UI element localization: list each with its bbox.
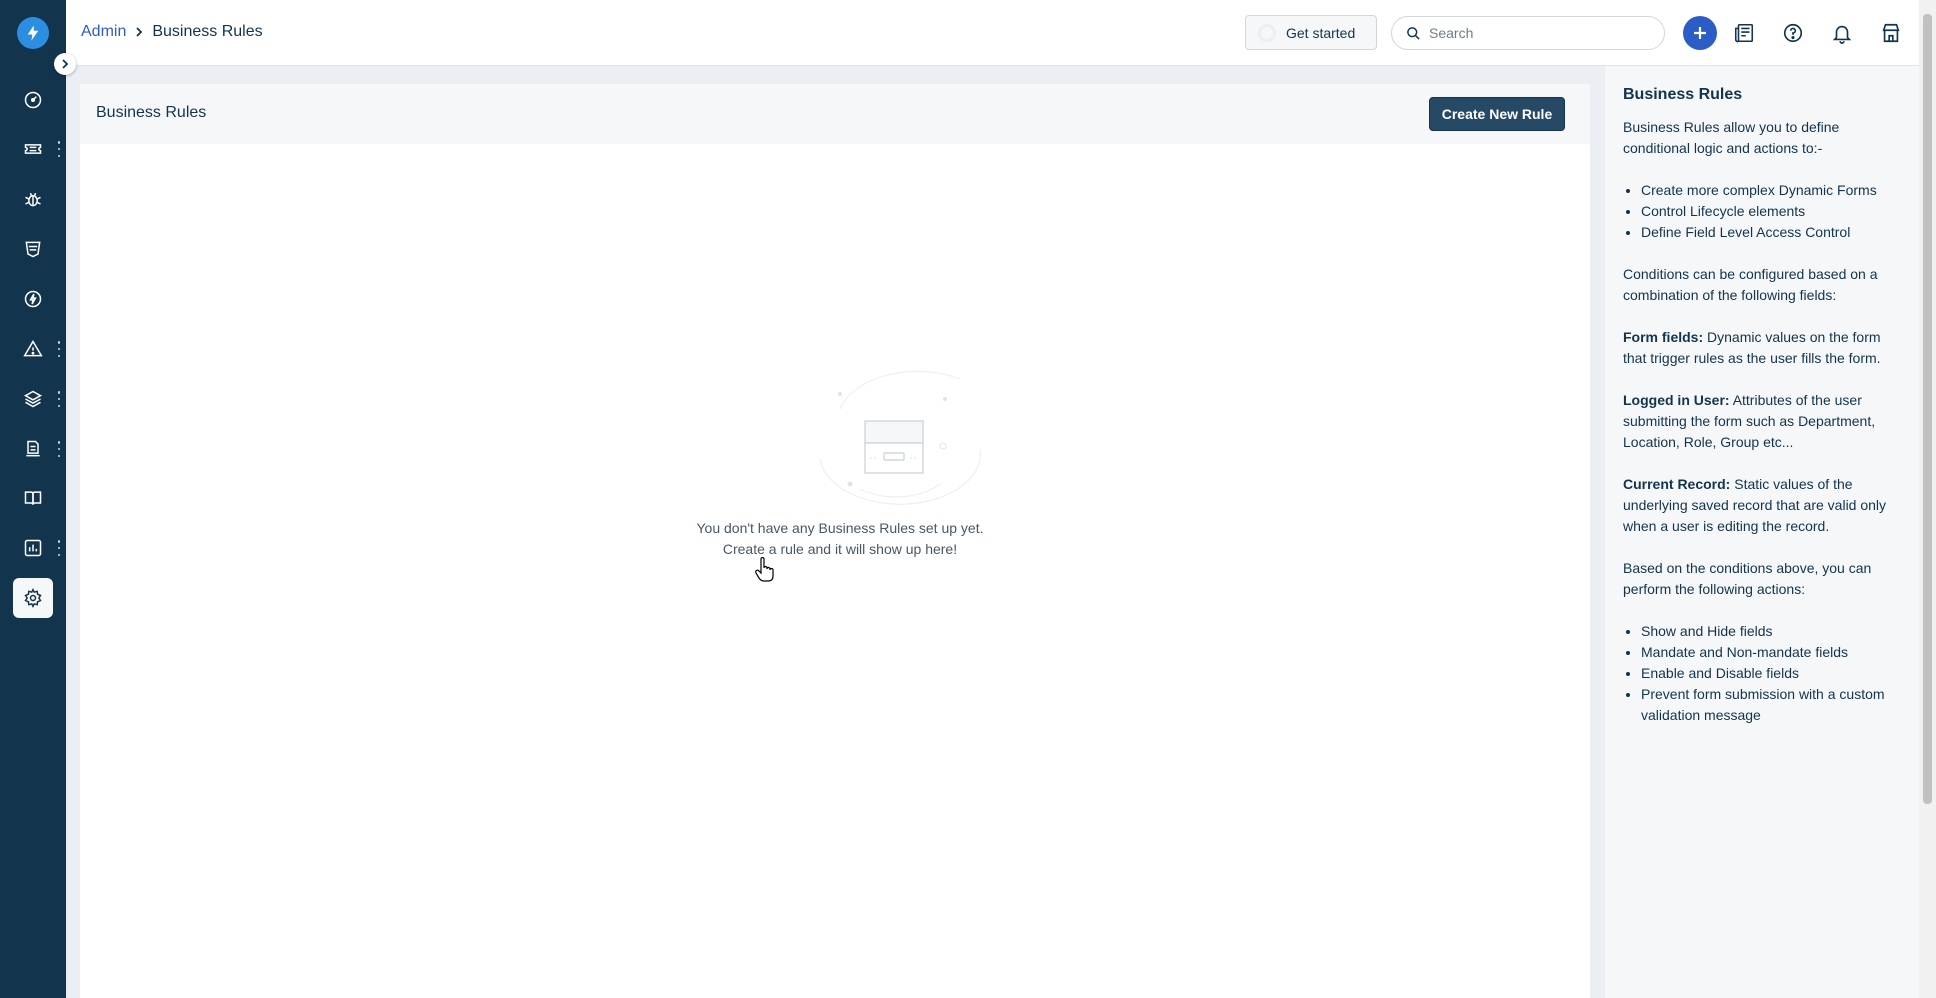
empty-state-line-2: Create a rule and it will show up here! bbox=[722, 541, 958, 557]
bug-icon bbox=[25, 192, 41, 207]
current-record-label: Current Record: bbox=[1623, 476, 1731, 492]
sidebar-item-tickets[interactable] bbox=[13, 129, 53, 169]
plus-icon bbox=[1694, 27, 1706, 39]
create-new-rule-button[interactable]: Create New Rule bbox=[1429, 97, 1565, 131]
chevron-right-icon bbox=[62, 59, 69, 69]
empty-state-line-1: You don't have any Business Rules set up… bbox=[696, 520, 984, 536]
ticket-icon bbox=[24, 144, 42, 154]
hand-cursor-icon bbox=[755, 557, 774, 582]
sidebar-item-alerts[interactable] bbox=[13, 329, 53, 369]
conditions-intro: Conditions can be configured based on a … bbox=[1623, 266, 1878, 303]
announcements-button[interactable] bbox=[1732, 21, 1756, 45]
list-item: Control Lifecycle elements bbox=[1641, 201, 1901, 222]
scrollbar-thumb[interactable] bbox=[1923, 14, 1932, 804]
sidebar-item-analytics[interactable] bbox=[13, 528, 53, 568]
bell-icon bbox=[1832, 25, 1852, 44]
help-button[interactable] bbox=[1781, 21, 1805, 45]
app-logo[interactable] bbox=[17, 17, 49, 49]
list-item: Define Field Level Access Control bbox=[1641, 222, 1901, 243]
dashboard-icon bbox=[24, 91, 42, 109]
news-icon bbox=[1734, 23, 1754, 43]
notifications-button[interactable] bbox=[1830, 21, 1854, 45]
sidebar-item-dashboard[interactable] bbox=[13, 80, 53, 120]
empty-state-box-icon bbox=[819, 370, 981, 505]
workspace-button[interactable] bbox=[1879, 21, 1903, 45]
form-fields-description: Form fields: Dynamic values on the form … bbox=[1623, 327, 1901, 369]
main-panel: Business Rules Create New Rule You don't… bbox=[80, 84, 1590, 998]
logged-user-description: Logged in User: Attributes of the user s… bbox=[1623, 390, 1901, 453]
sidebar-item-admin[interactable] bbox=[13, 578, 53, 618]
capabilities-list: Create more complex Dynamic Forms Contro… bbox=[1641, 180, 1901, 243]
logged-user-label: Logged in User: bbox=[1623, 392, 1730, 408]
list-item: Create more complex Dynamic Forms bbox=[1641, 180, 1901, 201]
new-item-button[interactable] bbox=[1683, 16, 1717, 50]
sidebar-item-projects[interactable] bbox=[13, 379, 53, 419]
tickets-menu-icon[interactable] bbox=[56, 141, 62, 157]
gear-icon bbox=[24, 588, 42, 608]
help-title: Business Rules bbox=[1623, 86, 1743, 103]
form-fields-label: Form fields: bbox=[1623, 329, 1704, 345]
chevron-right-icon bbox=[136, 27, 143, 37]
actions-list: Show and Hide fields Mandate and Non-man… bbox=[1641, 621, 1901, 726]
list-item: Enable and Disable fields bbox=[1641, 663, 1901, 684]
panel-header: Business Rules Create New Rule bbox=[80, 84, 1590, 144]
help-panel: Business Rules Business Rules allow you … bbox=[1605, 66, 1919, 998]
assets-menu-icon[interactable] bbox=[56, 441, 62, 457]
page-title: Business Rules bbox=[96, 104, 207, 121]
current-record-description: Current Record: Static values of the und… bbox=[1623, 474, 1901, 537]
analytics-menu-icon[interactable] bbox=[56, 540, 62, 556]
breadcrumb-current: Business Rules bbox=[152, 23, 263, 40]
breadcrumb-admin-link[interactable]: Admin bbox=[81, 23, 126, 41]
sidebar-item-problems[interactable] bbox=[13, 179, 53, 219]
lightning-logo-icon bbox=[27, 25, 39, 41]
get-started-button[interactable]: Get started bbox=[1245, 15, 1377, 50]
list-item: Show and Hide fields bbox=[1641, 621, 1901, 642]
sidebar bbox=[0, 0, 66, 998]
breadcrumb: Admin Business Rules bbox=[81, 23, 263, 41]
help-intro: Business Rules allow you to define condi… bbox=[1623, 119, 1840, 156]
actions-intro: Based on the conditions above, you can p… bbox=[1623, 560, 1872, 597]
book-icon bbox=[24, 491, 42, 505]
sidebar-item-releases[interactable] bbox=[13, 279, 53, 319]
projects-menu-icon[interactable] bbox=[56, 391, 62, 407]
sidebar-item-solutions[interactable] bbox=[13, 478, 53, 518]
layers-icon bbox=[23, 390, 43, 408]
list-item: Mandate and Non-mandate fields bbox=[1641, 642, 1901, 663]
list-item: Prevent form submission with a custom va… bbox=[1641, 684, 1901, 726]
search-input[interactable] bbox=[1429, 25, 1629, 41]
sidebar-expand-button[interactable] bbox=[54, 53, 76, 75]
search-box[interactable] bbox=[1391, 16, 1665, 50]
warning-icon bbox=[23, 340, 43, 357]
shield-icon bbox=[25, 241, 41, 258]
search-icon bbox=[1407, 26, 1420, 40]
get-started-label: Get started bbox=[1286, 24, 1356, 41]
page-scrollbar[interactable] bbox=[1919, 0, 1936, 998]
assets-icon bbox=[26, 440, 40, 457]
reports-icon bbox=[24, 539, 42, 557]
lightning-icon bbox=[24, 290, 42, 308]
progress-ring-icon bbox=[1258, 23, 1276, 42]
sidebar-item-assets[interactable] bbox=[13, 429, 53, 469]
alerts-menu-icon[interactable] bbox=[56, 341, 62, 357]
store-icon bbox=[1882, 23, 1900, 43]
sidebar-item-changes[interactable] bbox=[13, 229, 53, 269]
empty-state-message: You don't have any Business Rules set up… bbox=[640, 518, 1040, 560]
help-icon bbox=[1783, 23, 1803, 43]
top-header: Admin Business Rules Get started bbox=[66, 0, 1919, 66]
